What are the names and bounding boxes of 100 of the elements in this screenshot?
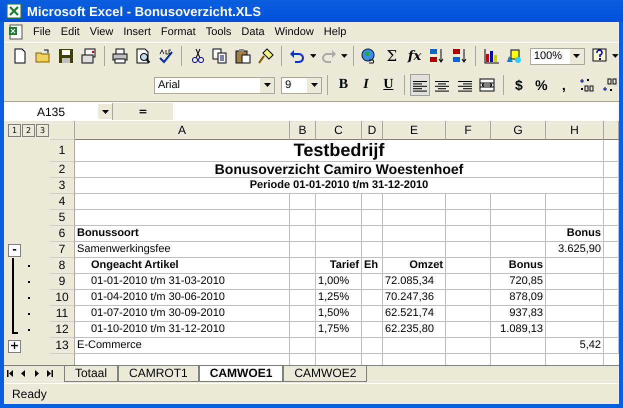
column-header[interactable]: A — [75, 121, 290, 140]
column-header[interactable]: H — [546, 121, 604, 140]
autosum-button[interactable]: Σ — [381, 45, 402, 67]
empty-cell — [290, 194, 316, 210]
table-cell: 1,50% — [316, 306, 362, 322]
menu-item[interactable]: Format — [156, 26, 201, 38]
empty-cell — [604, 306, 619, 322]
empty-cell — [546, 210, 604, 226]
row-header[interactable]: 4 — [50, 194, 75, 210]
menu-item[interactable]: Help — [318, 26, 352, 38]
table-cell: E-Commerce — [75, 338, 290, 354]
empty-cell — [362, 226, 383, 242]
empty-cell — [290, 306, 316, 322]
menu-item[interactable]: Data — [236, 26, 270, 38]
align-center-icon — [434, 78, 450, 92]
outline-level-button[interactable]: 3 — [36, 124, 49, 137]
insert-function-button[interactable]: fx — [404, 45, 425, 67]
redo-caret-icon[interactable] — [341, 54, 348, 58]
row-header[interactable]: 12 — [50, 322, 75, 338]
outline-level-button[interactable]: 1 — [8, 124, 21, 137]
table-cell: 72.085,34 — [383, 274, 446, 290]
empty-cell — [604, 194, 619, 210]
font-name-dropdown[interactable]: Arial — [154, 76, 276, 94]
empty-cell — [362, 290, 383, 306]
row-header[interactable]: 2 — [50, 162, 75, 178]
row-header[interactable]: 10 — [50, 290, 75, 306]
table-cell: 5,42 — [546, 338, 604, 354]
empty-cell — [546, 274, 604, 290]
sheet-tab[interactable]: CAMROT1 — [118, 366, 199, 382]
zoom-dropdown[interactable]: 100% — [530, 48, 585, 64]
align-left-button[interactable] — [410, 74, 430, 96]
caret-icon[interactable] — [573, 54, 580, 58]
column-header[interactable]: C — [316, 121, 362, 140]
row-header[interactable]: 5 — [50, 210, 75, 226]
empty-cell — [290, 210, 316, 226]
column-header[interactable]: G — [491, 121, 546, 140]
empty-cell — [362, 338, 383, 354]
column-header[interactable]: F — [446, 121, 491, 140]
column-header[interactable]: D — [362, 121, 383, 140]
sheet-tab[interactable]: Totaal — [64, 366, 118, 382]
row-header[interactable]: 1 — [50, 140, 75, 162]
sheet-tab[interactable]: CAMWOE1 — [198, 366, 284, 382]
menu-item[interactable]: Edit — [56, 26, 85, 38]
menu-item[interactable]: Insert — [118, 26, 156, 38]
empty-cell — [446, 274, 491, 290]
currency-button[interactable]: $ — [508, 74, 530, 96]
bold-button[interactable]: B — [333, 74, 354, 96]
comma-button[interactable]: , — [554, 74, 574, 96]
undo-caret-icon[interactable] — [310, 54, 316, 58]
empty-cell — [383, 338, 446, 354]
empty-cell — [491, 242, 546, 258]
font-size-dropdown[interactable]: 9 — [281, 76, 322, 94]
empty-cell — [546, 290, 604, 306]
column-header[interactable]: E — [383, 121, 446, 140]
outline-level-button[interactable]: 2 — [22, 124, 35, 137]
help-caret-icon[interactable] — [612, 54, 619, 58]
italic-button[interactable]: I — [356, 74, 376, 96]
empty-cell — [446, 306, 491, 322]
row-header[interactable]: 3 — [50, 178, 75, 194]
menu-item[interactable]: Window — [270, 26, 319, 38]
empty-cell — [290, 322, 316, 338]
caret-icon[interactable] — [102, 110, 108, 114]
spreadsheet-doc-icon[interactable] — [8, 24, 24, 40]
empty-cell — [362, 274, 383, 290]
empty-cell — [446, 338, 491, 354]
row-header[interactable]: 6 — [50, 226, 75, 242]
empty-cell — [546, 322, 604, 338]
row-header[interactable]: 8 — [50, 258, 75, 274]
align-right-icon — [456, 78, 473, 92]
column-header[interactable] — [604, 121, 619, 140]
empty-cell — [290, 258, 316, 274]
table-cell: Ongeacht Artikel — [75, 258, 290, 274]
table-cell: Eh — [362, 258, 383, 274]
table-cell: Testbedrijf — [75, 140, 604, 162]
align-left-icon — [412, 78, 428, 92]
outline-collapse-button[interactable]: - — [8, 244, 21, 257]
caret-icon[interactable] — [310, 83, 318, 87]
table-cell: Bonus — [546, 226, 604, 242]
table-cell: 1,00% — [316, 274, 362, 290]
column-header[interactable]: B — [290, 121, 316, 140]
table-cell: Omzet — [383, 258, 446, 274]
menu-item[interactable]: Tools — [200, 26, 236, 38]
empty-cell — [290, 290, 316, 306]
name-box[interactable]: A135 — [4, 103, 113, 120]
percent-button[interactable]: % — [531, 74, 552, 96]
caret-icon[interactable] — [264, 83, 271, 87]
row-header[interactable]: 13 — [50, 338, 75, 354]
empty-cell — [362, 322, 383, 338]
menu-item[interactable]: File — [28, 26, 56, 38]
underline-button[interactable]: U — [378, 74, 399, 96]
empty-cell — [491, 210, 546, 226]
row-header[interactable]: 11 — [50, 306, 75, 322]
empty-cell — [604, 290, 619, 306]
menu-item[interactable]: View — [84, 26, 118, 38]
empty-cell — [362, 242, 383, 258]
outline-expand-button[interactable]: + — [8, 340, 21, 353]
row-header[interactable]: 9 — [50, 274, 75, 290]
sheet-tab[interactable]: CAMWOE2 — [283, 366, 368, 382]
empty-cell — [604, 274, 619, 290]
row-header[interactable]: 7 — [50, 242, 75, 258]
